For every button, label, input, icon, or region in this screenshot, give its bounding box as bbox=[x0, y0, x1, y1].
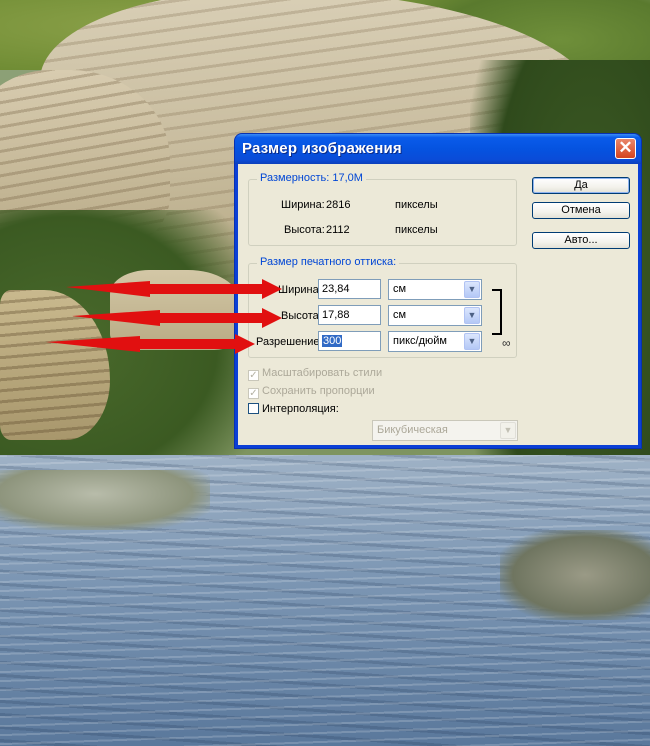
annotation-arrows bbox=[46, 279, 282, 354]
red-arrow-height bbox=[72, 308, 282, 328]
red-arrow-resolution bbox=[46, 334, 255, 354]
red-arrow-width bbox=[66, 279, 282, 299]
